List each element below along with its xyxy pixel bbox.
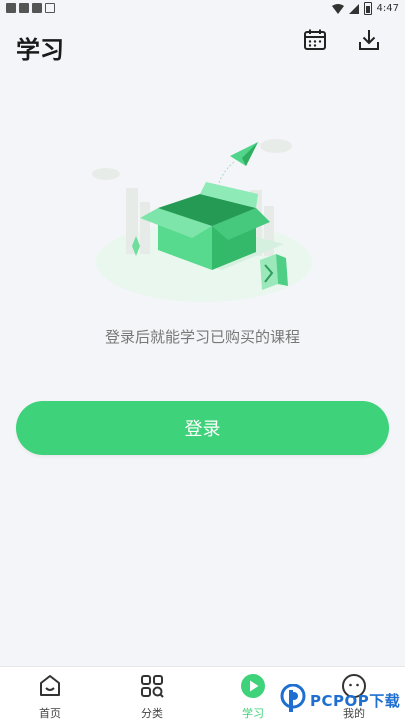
- status-bar: 4:47: [0, 0, 405, 18]
- pcpop-logo-icon: [280, 684, 306, 712]
- status-system: 4:47: [331, 2, 399, 15]
- home-icon: [37, 673, 63, 699]
- wifi-icon: [331, 3, 344, 14]
- open-box-illustration: [88, 132, 320, 304]
- notification-icon: [19, 3, 29, 13]
- tab-category[interactable]: 分类: [112, 667, 192, 721]
- header: 学习: [0, 18, 405, 70]
- category-icon: [139, 673, 165, 699]
- status-notifications: [6, 3, 55, 13]
- notification-icon: [6, 3, 16, 13]
- status-time: 4:47: [376, 3, 399, 14]
- sim-icon: [45, 3, 55, 13]
- watermark-text: PCPOP下载: [310, 692, 401, 710]
- pcpop-watermark: PCPOP下载: [280, 682, 405, 720]
- battery-icon: [363, 2, 372, 15]
- login-button-label: 登录: [184, 419, 221, 440]
- tab-category-label: 分类: [141, 707, 163, 720]
- tab-home[interactable]: 首页: [10, 667, 90, 721]
- download-icon[interactable]: [357, 28, 381, 52]
- tab-home-label: 首页: [39, 707, 61, 720]
- calendar-icon[interactable]: [303, 28, 327, 52]
- empty-state-message: 登录后就能学习已购买的课程: [104, 328, 300, 346]
- signal-icon: [348, 3, 359, 14]
- login-button[interactable]: 登录: [16, 401, 389, 455]
- page-title: 学习: [16, 36, 64, 64]
- notification-icon: [32, 3, 42, 13]
- play-icon: [240, 673, 266, 699]
